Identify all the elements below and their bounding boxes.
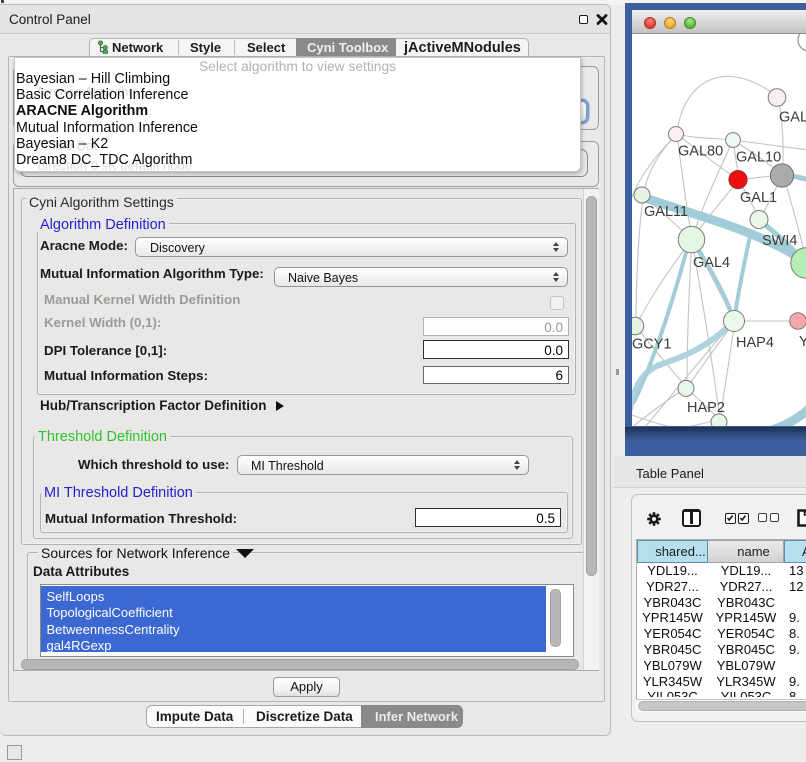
svg-text:HAP4: HAP4 — [736, 335, 774, 351]
svg-text:GAL4: GAL4 — [693, 255, 730, 271]
svg-text:HAP2: HAP2 — [687, 400, 725, 416]
svg-text:GAL80: GAL80 — [678, 144, 723, 160]
svg-text:SWI4: SWI4 — [762, 233, 797, 249]
svg-text:GAL10: GAL10 — [736, 150, 781, 166]
svg-text:GAL8: GAL8 — [779, 110, 806, 126]
svg-text:GCY1: GCY1 — [632, 337, 672, 353]
svg-text:Y: Y — [799, 334, 806, 350]
svg-text:GAL1: GAL1 — [740, 190, 777, 206]
svg-text:GAL11: GAL11 — [644, 204, 688, 220]
